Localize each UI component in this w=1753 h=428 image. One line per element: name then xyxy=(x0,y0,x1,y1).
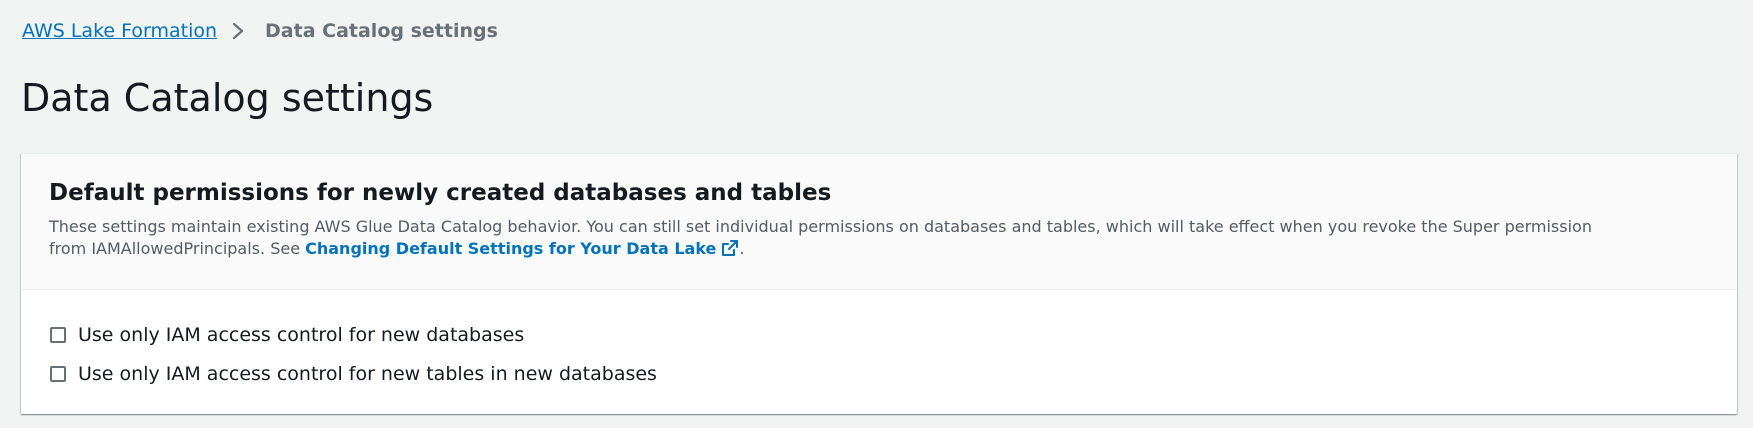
panel-title: Default permissions for newly created da… xyxy=(49,180,832,206)
checkbox-iam-new-databases-box[interactable] xyxy=(50,327,66,343)
checkbox-iam-new-tables-box[interactable] xyxy=(50,366,66,382)
breadcrumb: AWS Lake Formation Data Catalog settings xyxy=(22,19,498,43)
breadcrumb-current: Data Catalog settings xyxy=(265,20,498,42)
checkbox-iam-new-tables[interactable]: Use only IAM access control for new tabl… xyxy=(49,360,1709,388)
changing-default-settings-link[interactable]: Changing Default Settings for Your Data … xyxy=(305,239,739,258)
panel-body: Use only IAM access control for new data… xyxy=(21,290,1737,388)
page-title: Data Catalog settings xyxy=(21,76,434,120)
panel-header: Default permissions for newly created da… xyxy=(21,154,1737,290)
chevron-right-icon xyxy=(231,19,251,43)
checkbox-label: Use only IAM access control for new data… xyxy=(78,324,525,346)
checkbox-iam-new-databases[interactable]: Use only IAM access control for new data… xyxy=(49,321,1709,349)
checkbox-label: Use only IAM access control for new tabl… xyxy=(78,363,657,385)
breadcrumb-link-lake-formation[interactable]: AWS Lake Formation xyxy=(22,19,217,43)
default-permissions-panel: Default permissions for newly created da… xyxy=(21,153,1737,414)
description-suffix: . xyxy=(739,239,745,258)
panel-description: These settings maintain existing AWS Glu… xyxy=(49,216,1609,263)
external-link-icon xyxy=(721,239,739,263)
link-label: Changing Default Settings for Your Data … xyxy=(305,239,717,258)
description-text: These settings maintain existing AWS Glu… xyxy=(49,217,1592,258)
